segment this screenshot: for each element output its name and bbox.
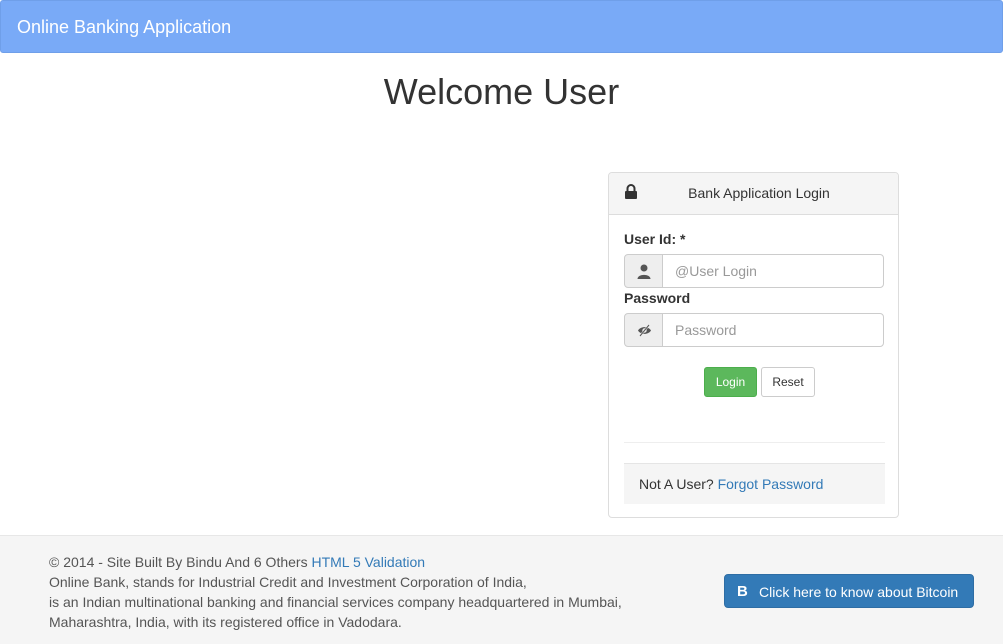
login-panel: Bank Application Login User Id: * Passwo…: [608, 172, 899, 518]
not-a-user-text: Not A User?: [639, 476, 714, 492]
reset-button[interactable]: Reset: [761, 367, 815, 397]
footer-copyright: © 2014 - Site Built By Bindu And 6 Other…: [49, 554, 308, 570]
password-input[interactable]: [662, 313, 884, 347]
password-label: Password: [624, 290, 691, 306]
page-title: Welcome User: [383, 71, 620, 112]
user-icon-addon: [624, 254, 663, 288]
login-panel-title: Bank Application Login: [688, 185, 830, 201]
not-a-user-line: Not A User? Forgot Password: [639, 476, 823, 492]
footer-text: © 2014 - Site Built By Bindu And 6 Other…: [49, 552, 622, 632]
footer-copyright-line: © 2014 - Site Built By Bindu And 6 Other…: [49, 552, 622, 572]
login-button[interactable]: Login: [704, 367, 757, 397]
bitcoin-button-label: Click here to know about Bitcoin: [759, 584, 959, 600]
user-id-input[interactable]: [662, 254, 884, 288]
forgot-password-link[interactable]: Forgot Password: [718, 476, 824, 492]
navbar-brand[interactable]: Online Banking Application: [17, 17, 231, 37]
bitcoin-button[interactable]: B Click here to know about Bitcoin: [724, 574, 974, 608]
footer-description-line-3: Maharashtra, India, with its registered …: [49, 614, 402, 630]
html5-validation-link[interactable]: HTML 5 Validation: [311, 554, 425, 570]
bitcoin-icon: B: [737, 583, 748, 600]
page-footer: © 2014 - Site Built By Bindu And 6 Other…: [0, 535, 1003, 644]
user-icon: [637, 264, 651, 279]
user-id-label: User Id: *: [624, 231, 686, 247]
login-panel-footer: Not A User? Forgot Password: [624, 463, 885, 504]
user-id-input-group: [624, 254, 885, 288]
footer-description-line-1: Online Bank, stands for Industrial Credi…: [49, 574, 527, 590]
footer-description-line-2: is an Indian multinational banking and f…: [49, 594, 622, 610]
password-input-group: [624, 313, 885, 347]
eye-slash-icon: [638, 324, 651, 337]
lock-icon: [624, 184, 638, 200]
eye-slash-icon-addon: [624, 313, 663, 347]
login-panel-heading: Bank Application Login: [609, 173, 898, 215]
navbar: Online Banking Application: [0, 0, 1003, 53]
panel-divider: [624, 442, 885, 443]
